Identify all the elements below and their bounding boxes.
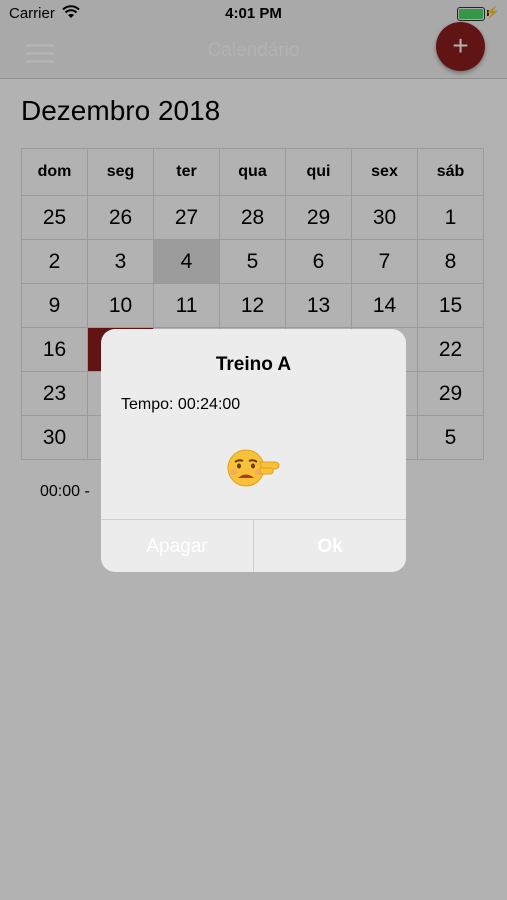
ok-button[interactable]: Ok xyxy=(254,520,406,572)
alert-actions: Apagar Ok xyxy=(101,519,406,572)
alert-message: Tempo: 00:24:00 xyxy=(121,396,241,413)
tired-face-pointing-icon xyxy=(101,444,406,494)
workout-alert-dialog: Treino A Tempo: 00:24:00 Apagar Ok xyxy=(101,329,406,572)
alert-title: Treino A xyxy=(215,354,292,375)
delete-button[interactable]: Apagar xyxy=(101,520,253,572)
